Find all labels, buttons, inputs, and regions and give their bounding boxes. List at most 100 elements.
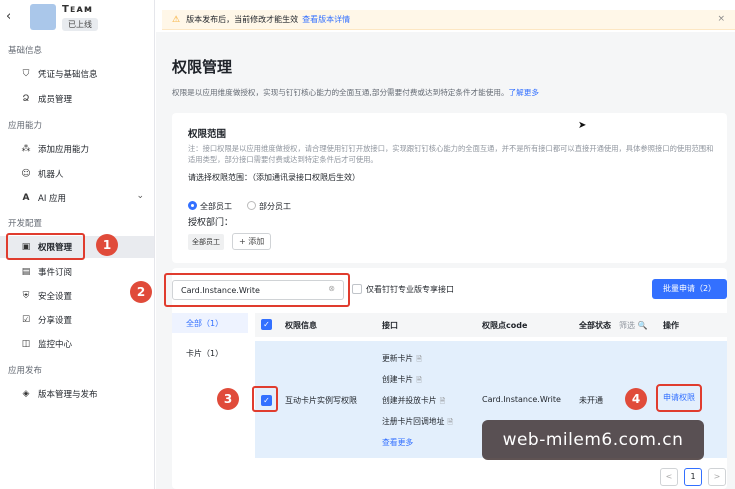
sidebar-item-credentials[interactable]: ⛉ 凭证与基础信息 — [8, 63, 152, 85]
learn-more-link[interactable]: 了解更多 — [509, 88, 539, 97]
sidebar-item-label: 安全设置 — [38, 292, 73, 302]
scope-select-label: 请选择权限范围：（添加通讯录接口权限后生效） — [188, 173, 360, 182]
col-api: 接口 — [382, 321, 398, 330]
col-info: 权限信息 — [285, 321, 317, 330]
next-page-button[interactable]: > — [708, 468, 726, 486]
user-icon: Ձ — [22, 94, 30, 104]
api-link[interactable]: 更新卡片 🗎 — [382, 353, 422, 366]
banner-text: 版本发布后，当前修改才能生效 — [186, 15, 299, 24]
api-link[interactable]: 创建卡片 🗎 — [382, 374, 422, 387]
permission-name: 互动卡片实例写权限 — [285, 396, 357, 405]
sidebar-item-label: 监控中心 — [38, 340, 73, 350]
scope-note: 注：接口权限是以应用维度做授权，请合理使用钉钉开放接口，实现跟钉钉核心能力的全面… — [188, 144, 714, 164]
sidebar-item-label: 凭证与基础信息 — [38, 70, 98, 80]
table-header: ✓ 权限信息 接口 权限点code 全部状态 筛选 🔍 操作 — [255, 313, 727, 337]
api-link[interactable]: 注册卡片回调地址 🗎 — [382, 416, 453, 429]
monitor-icon: ◫ — [21, 339, 31, 349]
sidebar-item-share[interactable]: ☑ 分享设置 — [8, 309, 152, 331]
notice-banner: ⚠ 版本发布后，当前修改才能生效 查看版本详情 × — [162, 10, 735, 30]
batch-apply-button[interactable]: 批量申请（2） — [652, 279, 727, 299]
highlight-box-row-checkbox — [252, 386, 278, 412]
sidebar-item-events[interactable]: ▤ 事件订阅 — [8, 261, 152, 283]
sidebar-item-label: 机器人 — [38, 170, 64, 180]
doc-icon: 🗎 — [447, 418, 454, 426]
col-action: 操作 — [663, 321, 679, 330]
step-badge-2: 2 — [130, 281, 152, 303]
security-icon: ⛨ — [22, 291, 30, 301]
mouse-cursor-icon: ➤ — [578, 120, 587, 131]
radio-on-icon — [188, 201, 197, 210]
close-icon[interactable]: × — [717, 14, 725, 24]
ai-icon: A — [22, 193, 30, 203]
group-dev: 开发配置 — [8, 219, 43, 229]
group-release: 应用发布 — [8, 366, 43, 376]
back-icon[interactable]: ‹ — [6, 10, 20, 24]
view-more-link[interactable]: 查看更多 — [382, 437, 413, 448]
scope-title: 权限范围 — [188, 129, 227, 140]
sidebar-item-label: 版本管理与发布 — [38, 390, 98, 400]
status-badge: 已上线 — [62, 18, 98, 31]
step-badge-1: 1 — [96, 234, 118, 256]
doc-icon: 🗎 — [416, 355, 422, 363]
radio-off-icon — [247, 201, 256, 210]
event-icon: ▤ — [21, 267, 31, 277]
api-name: 创建并投放卡片 — [382, 396, 437, 405]
sidebar-item-robot[interactable]: ☺ 机器人 — [8, 163, 152, 185]
col-status: 全部状态 — [579, 321, 611, 330]
app-window: ‹ Tᴇᴀᴍ​ 已上线 基础信息 ⛉ 凭证与基础信息 Ձ 成员管理 应用能力 ⁂ 添加… — [0, 0, 735, 489]
permission-code: Card.Instance.Write — [482, 395, 561, 404]
app-name: Tᴇᴀᴍ​ — [62, 4, 94, 15]
sidebar-item-label: AI 应用 — [38, 194, 67, 204]
select-all-checkbox[interactable]: ✓ — [261, 319, 272, 330]
add-dept-button[interactable]: + 添加 — [232, 233, 272, 250]
warning-icon: ⚠ — [172, 14, 181, 25]
api-name: 注册卡片回调地址 — [382, 417, 445, 426]
page-title: 权限管理 — [172, 58, 233, 76]
page-description: 权限是以应用维度做授权，实现与钉钉核心能力的全面互通,部分需要付费或达到特定条件… — [172, 87, 539, 98]
api-link[interactable]: 创建并投放卡片 🗎 — [382, 395, 445, 408]
status-filter[interactable]: 筛选 🔍 — [619, 320, 648, 331]
checkbox-icon — [352, 284, 362, 294]
app-logo — [30, 4, 56, 30]
radio-label: 全部员工 — [200, 202, 232, 211]
sidebar-item-ai-app[interactable]: A AI 应用 ⌄ — [8, 187, 152, 209]
sidebar-item-version[interactable]: ◈ 版本管理与发布 — [8, 383, 152, 405]
radio-label: 部分员工 — [259, 202, 291, 211]
watermark: web-milem6.com.cn — [482, 420, 704, 460]
category-all[interactable]: 全部（1） — [172, 313, 248, 333]
sidebar-item-label: 成员管理 — [38, 95, 73, 105]
prev-page-button[interactable]: < — [660, 468, 678, 486]
sidebar-item-label: 分享设置 — [38, 316, 73, 326]
dept-tag: 全部员工 — [188, 234, 224, 250]
doc-icon: 🗎 — [439, 397, 446, 405]
api-name: 创建卡片 — [382, 375, 414, 384]
permission-status: 未开通 — [579, 396, 603, 405]
layers-icon: ◈ — [22, 389, 30, 399]
group-ability: 应用能力 — [8, 121, 43, 131]
api-name: 更新卡片 — [382, 354, 414, 363]
step-badge-4: 4 — [625, 388, 647, 410]
highlight-box-permission — [6, 233, 85, 260]
shield-icon: ⛉ — [22, 69, 30, 79]
sidebar-item-label: 添加应用能力 — [38, 145, 90, 155]
doc-icon: 🗎 — [416, 376, 422, 384]
pro-only-checkbox[interactable]: 仅看钉钉专业版专享接口 — [352, 284, 454, 295]
share-icon: ☑ — [21, 315, 31, 325]
page-desc-text: 权限是以应用维度做授权，实现与钉钉核心能力的全面互通,部分需要付费或达到特定条件… — [172, 88, 509, 97]
sidebar-item-add-ability[interactable]: ⁂ 添加应用能力 — [8, 138, 152, 160]
apps-icon: ⁂ — [21, 144, 31, 154]
sidebar-item-members[interactable]: Ձ 成员管理 — [8, 88, 152, 110]
banner-link[interactable]: 查看版本详情 — [302, 14, 350, 25]
radio-part-staff[interactable]: 部分员工 — [247, 201, 291, 212]
chevron-down-icon: ⌄ — [136, 191, 144, 201]
group-basic: 基础信息 — [8, 46, 43, 56]
col-code: 权限点code — [482, 321, 528, 330]
apply-permission-button[interactable]: 申请权限 — [656, 384, 702, 412]
checkbox-label: 仅看钉钉专业版专享接口 — [366, 285, 454, 294]
pagination: < 1 > — [660, 468, 730, 486]
highlight-box-search — [164, 273, 350, 307]
category-card[interactable]: 卡片（1） — [186, 348, 223, 359]
sidebar-item-monitor[interactable]: ◫ 监控中心 — [8, 333, 152, 355]
page-number-button[interactable]: 1 — [684, 468, 702, 486]
radio-all-staff[interactable]: 全部员工 — [188, 201, 232, 212]
